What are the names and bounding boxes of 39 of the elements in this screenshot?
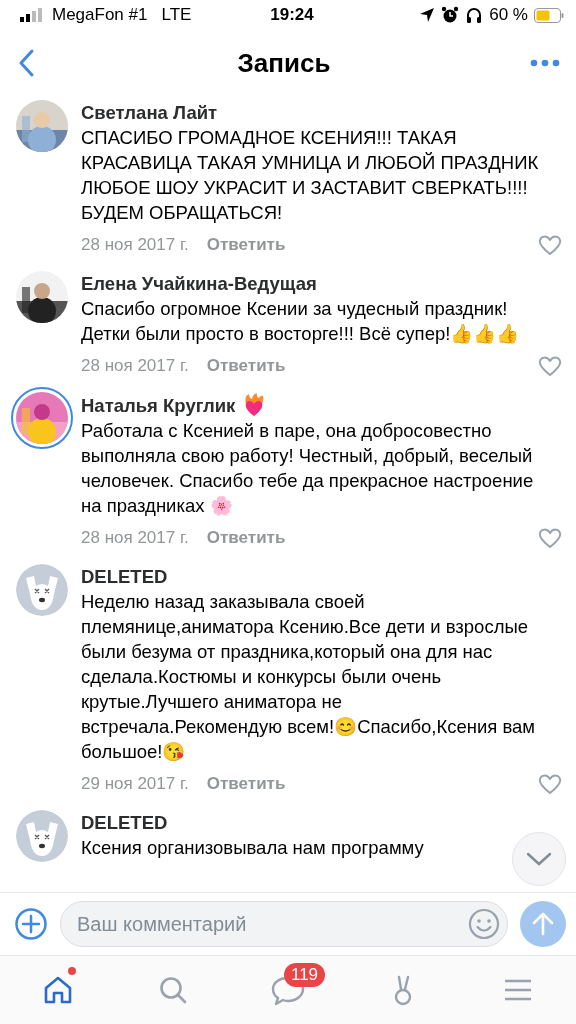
alarm-clock-icon	[441, 6, 460, 24]
comment-text: СПАСИБО ГРОМАДНОЕ КСЕНИЯ!!! ТАКАЯ КРАСАВИЦА ТАКАЯ УМНИЦА И ЛЮБОЙ ПРАЗДНИК ЛЮБОЕ ШОУ УКРАСИТ И ЗАСТАВИТ СВЕРКАТЬ!!!! БУДЕМ ОБРАЩАТЬСЯ!	[81, 126, 540, 225]
tab-bar-item[interactable]: 119	[241, 961, 334, 1019]
scroll-down-button[interactable]	[512, 832, 566, 886]
author-name[interactable]: Наталья Круглик	[81, 392, 236, 418]
author-name[interactable]: Светлана Лайт	[81, 100, 218, 125]
headphones-icon	[465, 6, 484, 24]
send-button[interactable]	[520, 901, 566, 947]
comment-date: 28 ноя 2017 г.	[81, 356, 189, 376]
heart-icon[interactable]	[538, 355, 562, 377]
location-arrow-icon	[419, 7, 436, 23]
comment-date: 29 ноя 2017 г.	[81, 774, 189, 794]
more-options-icon[interactable]	[530, 59, 560, 67]
author-name[interactable]: Елена Учайкина-Ведущая	[81, 271, 317, 296]
heart-icon[interactable]	[538, 773, 562, 795]
heart-icon[interactable]	[538, 234, 562, 256]
clock-time: 19:24	[270, 5, 314, 24]
network-type: LTE	[161, 5, 192, 25]
comment-text: Спасибо огромное Ксении за чудесный праздник! Детки были просто в восторге!!! Всё супер!👍👍👍	[81, 297, 521, 346]
battery-icon	[534, 7, 564, 23]
comment-date: 28 ноя 2017 г.	[81, 528, 189, 548]
dog-avatar-icon[interactable]	[16, 810, 68, 862]
unread-count: 119	[283, 963, 326, 987]
comment-text: Неделю назад заказывала своей племянице,аниматора Ксению.Все дети и взрослые были безума от праздника,который она для нас сделала.Костюмы и конкурсы были очень крутые.Лучшего аниматора не встречала.Рекомендую всем!😊Спасибо,Ксения вам большое!😘	[81, 590, 537, 764]
arrow-up-icon	[531, 911, 555, 937]
comment-text: Работала с Ксенией в паре, она добросовестно выполняла свою работу! Честный, добрый, веселый человечек. Спасибо тебе да прекрасное настроение на праздниках 🌸	[81, 419, 535, 518]
comment-text: Ксения организовывала нам программу	[81, 836, 425, 860]
comment-date: 28 ноя 2017 г.	[81, 235, 189, 255]
carrier-name: MegaFon #1	[52, 5, 148, 25]
comment-input-field[interactable]: Ваш комментарий	[60, 901, 508, 947]
smiley-icon[interactable]	[468, 908, 500, 940]
heart-icon[interactable]	[538, 527, 562, 549]
author-name[interactable]: DELETED	[81, 564, 168, 589]
add-attachment-icon[interactable]	[14, 907, 48, 941]
chevron-down-icon	[526, 852, 552, 866]
author-name[interactable]: DELETED	[81, 810, 168, 835]
dog-avatar-icon[interactable]	[16, 564, 68, 616]
battery-percent: 60 %	[489, 5, 528, 25]
page-title: Запись	[237, 47, 331, 79]
